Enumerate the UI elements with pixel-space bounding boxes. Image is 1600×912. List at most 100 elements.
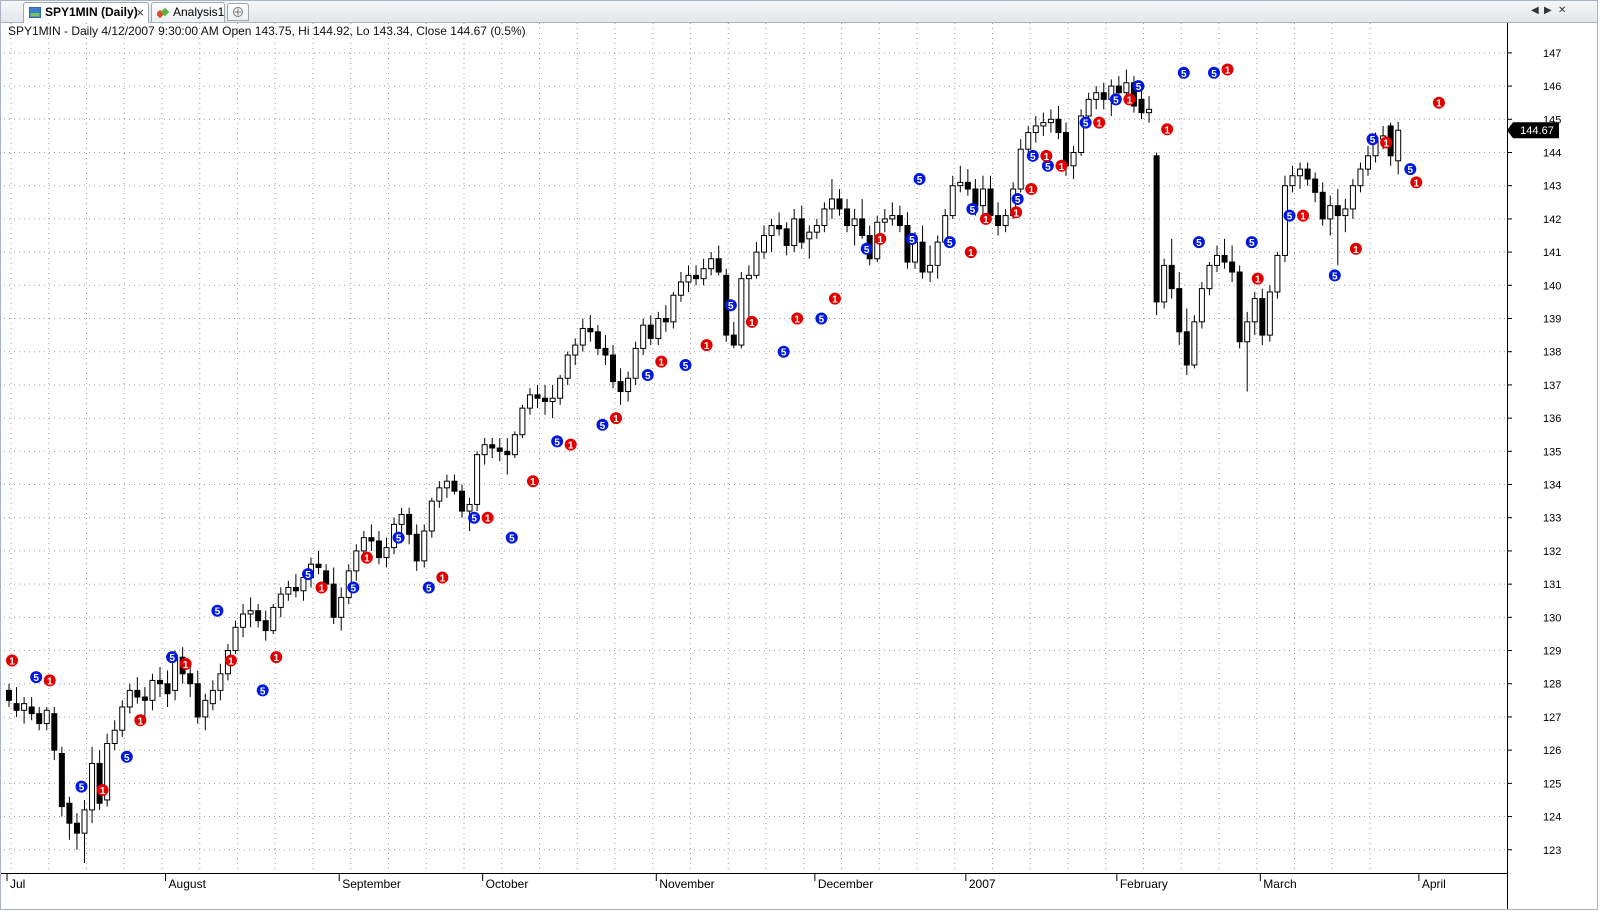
signal-marker-label: 1	[1383, 139, 1389, 150]
candle-body	[564, 354, 571, 379]
candle-body	[534, 394, 541, 399]
candle-body	[323, 570, 330, 585]
signal-marker-label: 1	[485, 514, 491, 525]
close-window-icon[interactable]: ✕	[1558, 4, 1566, 18]
candle-body	[1198, 288, 1205, 323]
candle-body	[1221, 254, 1228, 263]
signal-marker-label: 5	[1332, 271, 1338, 282]
candle-body	[466, 503, 473, 512]
plus-icon	[233, 7, 243, 17]
candle-body	[1342, 208, 1349, 217]
candle-body	[119, 706, 126, 731]
candle-body	[330, 583, 337, 618]
y-tick-label: 125	[1543, 778, 1561, 790]
signal-marker-label: 1	[1353, 245, 1359, 256]
candle-body	[655, 318, 662, 339]
candle-body	[277, 593, 284, 608]
candle-body	[957, 181, 964, 187]
new-tab-button[interactable]	[227, 3, 249, 21]
scroll-left-icon[interactable]: ◀	[1531, 4, 1539, 18]
signal-marker-label: 1	[1096, 119, 1102, 130]
tab-analysis1[interactable]: Analysis1	[151, 2, 225, 22]
x-tick-label: April	[1422, 877, 1446, 891]
candle-body	[813, 225, 820, 233]
signal-marker-label: 1	[319, 583, 325, 594]
signal-marker-label: 5	[169, 653, 175, 664]
candle-body	[738, 278, 745, 346]
chart-header: SPY1MIN - Daily 4/12/2007 9:30:00 AM Ope…	[8, 24, 526, 38]
candle-body	[768, 225, 775, 236]
candle-body	[821, 208, 828, 227]
chart-icon	[29, 7, 41, 18]
candle-body	[693, 274, 700, 280]
signal-marker-label: 1	[273, 653, 279, 664]
signal-marker-label: 5	[426, 583, 432, 594]
candle-body	[557, 377, 564, 399]
candle-body	[1168, 264, 1175, 290]
signal-marker-label: 5	[1113, 95, 1119, 106]
signal-marker-label: 5	[1181, 69, 1187, 80]
chart-window: SPY1MIN (Daily) × Analysis1 ◀ ▶ ✕ Jul Aug…	[0, 0, 1598, 910]
candle-body	[791, 218, 798, 246]
tab-spy1min-daily[interactable]: SPY1MIN (Daily) ×	[23, 2, 149, 23]
signal-marker-label: 5	[1370, 135, 1376, 146]
signal-marker-label: 1	[9, 657, 15, 668]
candle-body	[776, 225, 783, 230]
close-icon[interactable]: ×	[136, 3, 144, 22]
y-tick-label: 124	[1543, 812, 1561, 824]
y-tick-label: 139	[1543, 314, 1561, 326]
candle-body	[700, 268, 707, 280]
candle-body	[610, 354, 616, 383]
candle-body	[96, 762, 103, 804]
candle-body	[13, 703, 20, 711]
candle-body	[745, 274, 752, 280]
price-chart[interactable]: Jul August September October November Decembe…	[1, 23, 1597, 909]
candle-body	[28, 706, 35, 715]
candle-body	[1319, 191, 1326, 220]
signal-marker-label: 1	[47, 676, 53, 687]
candle-body	[1304, 168, 1311, 180]
candle-body	[934, 241, 941, 266]
signal-marker-label: 5	[600, 421, 606, 432]
x-tick-label: February	[1120, 877, 1168, 891]
candle-body	[406, 513, 413, 535]
candle-body	[625, 377, 632, 393]
candle-body	[504, 450, 511, 456]
candle-body	[662, 318, 669, 323]
candle-body	[187, 673, 194, 685]
candle-body	[783, 228, 790, 246]
tab-bar: SPY1MIN (Daily) × Analysis1 ◀ ▶ ✕	[1, 1, 1597, 23]
signal-marker-label: 1	[704, 341, 710, 352]
scroll-right-icon[interactable]: ▶	[1544, 4, 1552, 18]
signal-marker-label: 5	[1408, 165, 1414, 176]
candle-body	[1138, 98, 1145, 114]
signal-marker-label: 1	[1255, 275, 1261, 286]
y-tick-label: 133	[1543, 513, 1561, 525]
y-tick-label: 147	[1543, 48, 1561, 60]
y-tick-label: 130	[1543, 612, 1561, 624]
signal-marker-label: 5	[947, 238, 953, 249]
signal-marker-label: 5	[471, 514, 477, 525]
x-tick-label: December	[818, 877, 873, 891]
last-price-label: 144.67	[1520, 125, 1554, 137]
candle-body	[1002, 215, 1009, 227]
candle-body	[572, 344, 579, 356]
candle-body	[1327, 205, 1334, 220]
candle-body	[164, 683, 171, 695]
candle-body	[315, 563, 322, 569]
signal-marker-label: 5	[917, 175, 923, 186]
candle-body	[881, 218, 888, 223]
y-tick-label: 126	[1543, 745, 1561, 757]
y-tick-label: 142	[1543, 214, 1561, 226]
candle-body	[896, 215, 903, 227]
candle-body	[413, 533, 420, 562]
candle-body	[670, 294, 677, 323]
candle-body	[285, 586, 292, 595]
candle-body	[73, 822, 80, 834]
candle-body	[617, 381, 624, 393]
candle-body	[602, 347, 609, 356]
candle-body	[436, 487, 443, 502]
candle-body	[6, 689, 12, 701]
candle-body	[459, 490, 465, 512]
candle-body	[1357, 168, 1364, 187]
